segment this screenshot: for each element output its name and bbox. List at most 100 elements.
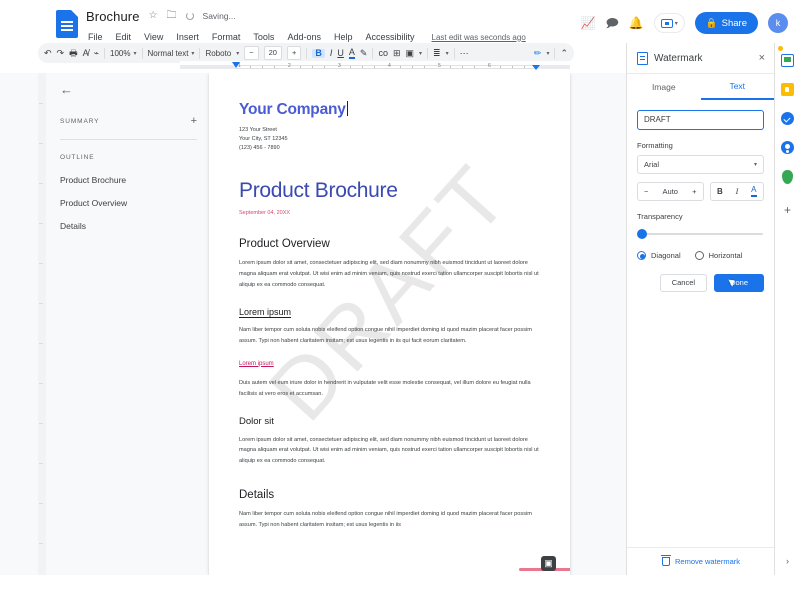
radio-diagonal[interactable]: Diagonal [637,250,681,260]
spellcheck-icon[interactable]: A̸ [83,48,89,58]
done-button[interactable]: Done [714,273,764,292]
tab-text[interactable]: Text [700,74,774,100]
activity-icon[interactable]: 📈 [581,17,596,29]
company-name: Your Company [239,101,346,118]
watermark-bold-button[interactable]: B [717,187,723,196]
left-indent-marker[interactable] [232,62,240,68]
bold-button[interactable]: B [312,48,325,58]
horizontal-ruler[interactable]: 1 2 3 4 5 6 [180,61,570,73]
radio-horizontal[interactable]: Horizontal [694,250,742,260]
menu-insert[interactable]: Insert [174,31,201,43]
watermark-text-input[interactable] [637,109,764,130]
inline-link-lorem-ipsum[interactable]: Lorem ipsum [239,361,274,367]
menu-edit[interactable]: Edit [114,31,134,43]
font-size-decrease[interactable]: − [244,46,259,60]
more-options-icon[interactable]: ⋯ [460,48,469,58]
font-size-increase[interactable]: + [286,46,302,60]
zoom-selector[interactable]: 100% ▾ [110,49,136,58]
outline-item-product-brochure[interactable]: Product Brochure [60,175,197,185]
size-decrease-button[interactable]: − [644,187,648,196]
watermark-size-stepper[interactable]: − Auto + [637,181,704,201]
radio-unselected-icon [694,250,704,260]
menu-help[interactable]: Help [332,31,355,43]
paragraph-style-selector[interactable]: Normal text ▾ [148,49,195,58]
highlight-color-button[interactable]: ✎ [360,48,368,58]
italic-button[interactable]: I [330,48,333,58]
watermark-text-color-button[interactable]: A [751,185,757,197]
print-icon[interactable]: 🖶 [69,48,78,58]
cancel-button[interactable]: Cancel [659,273,708,292]
document-title[interactable]: Brochure [86,9,140,24]
underline-button[interactable]: U [337,48,344,58]
avatar[interactable]: k [768,13,788,33]
chevron-down-icon[interactable]: ▾ [236,50,239,57]
explore-fab-button[interactable]: ▣ [541,556,556,571]
document-page[interactable]: DRAFT Your Company 123 Your Street Your … [209,73,570,575]
move-to-folder-icon[interactable]: 🗀 [167,11,177,21]
radio-diagonal-label: Diagonal [651,250,681,260]
star-icon[interactable]: ☆ [149,11,158,21]
insert-link-icon[interactable]: co [378,48,388,58]
tasks-icon[interactable] [781,112,794,125]
menu-accessibility[interactable]: Accessibility [363,31,416,43]
slider-track [639,232,763,235]
comment-icon[interactable]: 🗩 [606,17,619,29]
add-comment-icon[interactable]: ⊞ [393,48,401,58]
contacts-icon[interactable] [781,141,794,154]
watermark-font-selector[interactable]: Arial ▾ [637,154,764,174]
share-label: Share [721,17,747,29]
right-indent-marker[interactable] [532,65,540,70]
font-size-value[interactable]: 20 [263,46,282,60]
menu-addons[interactable]: Add-ons [285,31,323,43]
watermark-italic-button[interactable]: I [736,187,739,196]
watermark-doc-icon [637,52,648,65]
meet-present-button[interactable]: ▾ [653,13,685,33]
zoom-value: 100% [110,48,131,58]
size-increase-button[interactable]: + [692,187,696,196]
menu-format[interactable]: Format [210,31,243,43]
expand-rail-icon[interactable]: › [786,556,789,566]
paint-format-icon[interactable]: ⌁ [94,48,99,58]
hide-menus-icon[interactable]: ⌃ [560,48,568,58]
document-date: September 04, 20XX [239,210,291,217]
back-arrow-icon[interactable]: ← [60,83,197,96]
editing-mode-icon[interactable]: ✏ [534,48,542,58]
font-family-selector[interactable]: Roboto [205,49,231,58]
text-color-button[interactable]: A [348,47,355,59]
toolbar-divider [372,47,374,59]
menu-tools[interactable]: Tools [251,31,276,43]
outline-item-details[interactable]: Details [60,221,197,231]
share-button[interactable]: 🔒 Share [694,12,758,34]
menu-file[interactable]: File [86,31,105,43]
section-body: Nam liber tempor cum soluta nobis eleife… [239,326,532,344]
close-icon[interactable]: × [759,53,765,64]
saving-spinner-icon [185,12,194,20]
tab-image[interactable]: Image [627,74,701,100]
section-body: Lorem ipsum dolor sit amet, consectetuer… [239,260,539,288]
chevron-down-icon[interactable]: ▾ [419,50,422,57]
radio-selected-icon [637,250,646,260]
notifications-icon[interactable]: 🔔 [629,17,644,29]
outline-item-product-overview[interactable]: Product Overview [60,198,197,208]
watermark-panel-body: Formatting Arial ▾ − Auto + B I A Transp… [627,100,774,292]
remove-watermark-button[interactable]: Remove watermark [627,547,775,575]
keep-icon[interactable] [781,83,794,96]
watermark-panel-actions: Cancel Done [637,273,764,292]
undo-icon[interactable]: ↶ [44,48,52,58]
transparency-slider[interactable] [637,228,764,240]
chevron-down-icon[interactable]: ▾ [446,50,449,57]
last-edit-link[interactable]: Last edit was seconds ago [432,33,526,42]
insert-image-icon[interactable]: ▣ [406,48,415,58]
redo-icon[interactable]: ↷ [57,48,65,58]
maps-icon[interactable] [782,170,793,184]
calendar-icon[interactable] [781,54,794,67]
add-summary-icon[interactable]: + [191,116,197,127]
add-app-icon[interactable]: + [784,204,791,216]
align-icon[interactable]: ≣ [433,48,441,58]
menu-view[interactable]: View [142,31,165,43]
vertical-ruler[interactable] [38,73,46,575]
remove-watermark-label: Remove watermark [674,557,741,566]
slider-thumb[interactable] [637,228,647,239]
formatting-toolbar: ↶ ↷ 🖶 A̸ ⌁ 100% ▾ Normal text ▾ Roboto ▾… [38,43,574,63]
chevron-down-icon[interactable]: ▾ [546,50,549,57]
